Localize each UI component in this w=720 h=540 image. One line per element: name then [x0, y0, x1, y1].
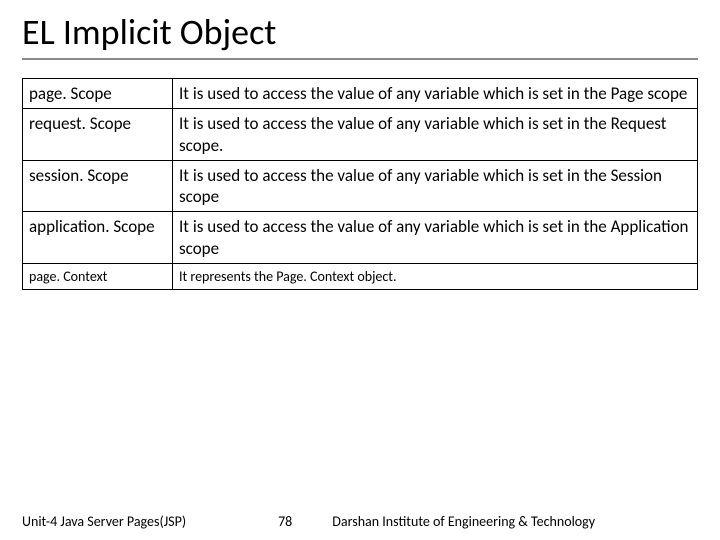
object-desc: It is used to access the value of any va…	[173, 109, 698, 161]
object-desc: It represents the Page. Context object.	[173, 263, 698, 290]
table-row: request. Scope It is used to access the …	[23, 109, 698, 161]
object-name: request. Scope	[23, 109, 173, 161]
slide: EL Implicit Object page. Scope It is use…	[0, 0, 720, 540]
object-name: session. Scope	[23, 160, 173, 212]
table-row: page. Context It represents the Page. Co…	[23, 263, 698, 290]
object-desc: It is used to access the value of any va…	[173, 160, 698, 212]
footer-institute: Darshan Institute of Engineering & Techn…	[332, 513, 698, 530]
table-row: application. Scope It is used to access …	[23, 212, 698, 264]
object-desc: It is used to access the value of any va…	[173, 79, 698, 109]
object-name: page. Context	[23, 263, 173, 290]
object-desc: It is used to access the value of any va…	[173, 212, 698, 264]
page-number: 78	[278, 513, 292, 530]
table-row: session. Scope It is used to access the …	[23, 160, 698, 212]
object-name: application. Scope	[23, 212, 173, 264]
implicit-object-table: page. Scope It is used to access the val…	[22, 78, 698, 290]
table-row: page. Scope It is used to access the val…	[23, 79, 698, 109]
footer-unit: Unit-4 Java Server Pages(JSP)	[22, 513, 186, 530]
footer: Unit-4 Java Server Pages(JSP) 78 Darshan…	[0, 513, 720, 530]
object-name: page. Scope	[23, 79, 173, 109]
slide-title: EL Implicit Object	[22, 10, 698, 60]
